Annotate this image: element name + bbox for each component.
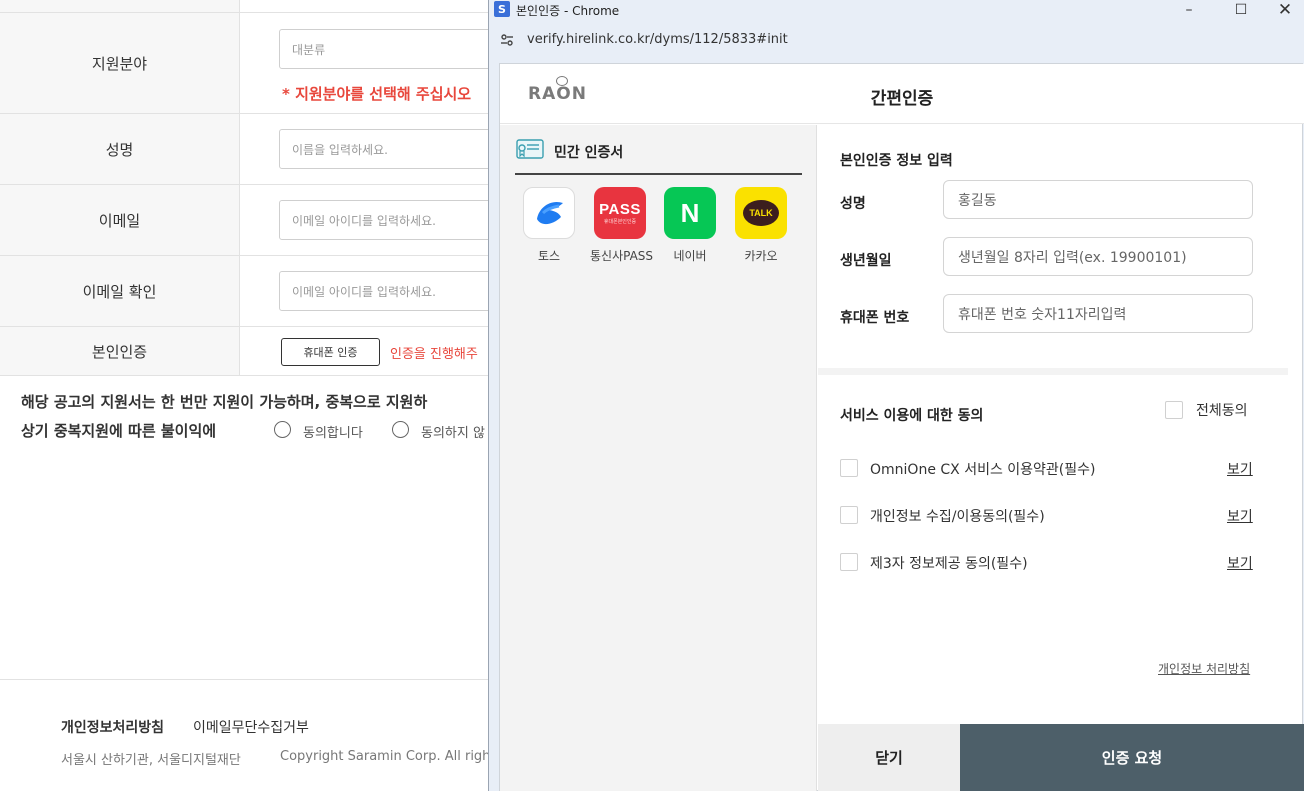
close-icon[interactable]: ✕ xyxy=(1265,0,1304,20)
provider-pane: 민간 인증서 토스 PASS 휴대폰본인인증 통신사PASS N 네이버 TAL… xyxy=(500,125,817,791)
provider-naver[interactable]: N 네이버 xyxy=(660,187,720,264)
section-divider xyxy=(818,368,1288,375)
footer-privacy-link[interactable]: 개인정보처리방침 xyxy=(61,717,164,737)
toss-logo-icon xyxy=(523,187,575,239)
kakao-logo-icon: TALK xyxy=(735,187,787,239)
agreement-checkbox-thirdparty[interactable] xyxy=(840,553,858,571)
provider-pass[interactable]: PASS 휴대폰본인인증 통신사PASS xyxy=(590,187,654,264)
minimize-icon[interactable]: – xyxy=(1169,0,1209,20)
window-titlebar: S 본인인증 - Chrome – ☐ ✕ xyxy=(489,0,1304,20)
agreement-text: OmniOne CX 서비스 이용약관(필수) xyxy=(870,462,1096,478)
agreement-text: 개인정보 수집/이용동의(필수) xyxy=(870,509,1045,525)
field-required-message: * 지원분야를 선택해 주십시오 xyxy=(282,85,472,103)
modal-header: RAON 간편인증 xyxy=(500,64,1304,124)
name-field-label: 성명 xyxy=(840,196,866,212)
provider-kakao[interactable]: TALK 카카오 xyxy=(731,187,791,264)
pass-logo-icon: PASS 휴대폰본인인증 xyxy=(594,187,646,239)
request-verification-button[interactable]: 인증 요청 xyxy=(960,724,1304,791)
window-title: 본인인증 - Chrome xyxy=(516,4,620,18)
privacy-policy-link[interactable]: 개인정보 처리방침 xyxy=(1158,660,1250,677)
email-confirm-label: 이메일 확인 xyxy=(0,256,240,326)
footer-copyright: Copyright Saramin Corp. All rights r xyxy=(280,749,512,764)
agree-radio-label: 동의합니다 xyxy=(303,426,363,441)
close-button[interactable]: 닫기 xyxy=(818,724,960,791)
verify-modal: RAON 간편인증 민간 인증서 토스 PASS 휴대폰본인인증 통신사PASS… xyxy=(499,63,1304,791)
provider-label: 통신사PASS xyxy=(590,249,654,263)
provider-label: 카카오 xyxy=(744,249,778,263)
maximize-icon[interactable]: ☐ xyxy=(1221,0,1261,20)
provider-label: 토스 xyxy=(537,249,561,263)
notice-text-2: 상기 중복지원에 따른 불이익에 xyxy=(21,422,217,440)
form-label-empty xyxy=(0,0,240,12)
site-settings-icon[interactable] xyxy=(499,32,515,48)
view-thirdparty-link[interactable]: 보기 xyxy=(1227,553,1253,573)
verify-label: 본인인증 xyxy=(0,327,240,375)
provider-label: 네이버 xyxy=(673,249,707,263)
phone-field[interactable]: 휴대폰 번호 숫자11자리입력 xyxy=(943,294,1253,333)
certificate-icon xyxy=(516,139,544,159)
email-label: 이메일 xyxy=(0,185,240,255)
agree-all-checkbox[interactable] xyxy=(1165,401,1183,419)
agreement-checkbox-privacy[interactable] xyxy=(840,506,858,524)
verify-popup-window: S 본인인증 - Chrome – ☐ ✕ verify.hirelink.co… xyxy=(488,0,1304,791)
view-terms-link[interactable]: 보기 xyxy=(1227,459,1253,479)
url-text[interactable]: verify.hirelink.co.kr/dyms/112/5833#init xyxy=(527,32,788,47)
private-cert-tab[interactable]: 민간 인증서 xyxy=(515,137,802,175)
footer-address: 서울시 산하기관, 서울디지털재단 xyxy=(61,753,241,768)
name-field[interactable]: 홍길동 xyxy=(943,180,1253,219)
disagree-radio[interactable] xyxy=(392,421,409,438)
info-section-title: 본인인증 정보 입력 xyxy=(840,153,953,169)
birth-field[interactable]: 생년월일 8자리 입력(ex. 19900101) xyxy=(943,237,1253,276)
agreement-checkbox-terms[interactable] xyxy=(840,459,858,477)
private-cert-tab-label: 민간 인증서 xyxy=(554,145,624,161)
name-label: 성명 xyxy=(0,114,240,184)
view-privacy-link[interactable]: 보기 xyxy=(1227,506,1253,526)
verify-message: 인증을 진행해주 xyxy=(390,347,478,362)
screen: 지원분야 대분류 * 지원분야를 선택해 주십시오 성명 이름을 입력하세요. … xyxy=(0,0,1304,791)
provider-toss[interactable]: 토스 xyxy=(519,187,579,264)
disagree-radio-label: 동의하지 않 xyxy=(421,426,485,441)
footer-email-refusal-link[interactable]: 이메일무단수집거부 xyxy=(193,717,309,737)
app-icon: S xyxy=(494,1,510,17)
phone-field-label: 휴대폰 번호 xyxy=(840,310,910,326)
birth-field-label: 생년월일 xyxy=(840,253,892,269)
notice-text-1: 해당 공고의 지원서는 한 번만 지원이 가능하며, 중복으로 지원하 xyxy=(21,393,428,411)
agree-all-label: 전체동의 xyxy=(1196,403,1248,419)
agree-radio[interactable] xyxy=(274,421,291,438)
modal-title: 간편인증 xyxy=(870,89,934,109)
address-bar[interactable]: verify.hirelink.co.kr/dyms/112/5833#init xyxy=(489,20,1304,60)
phone-verify-button[interactable]: 휴대폰 인증 xyxy=(281,338,380,366)
info-pane: 본인인증 정보 입력 성명 홍길동 생년월일 생년월일 8자리 입력(ex. 1… xyxy=(818,125,1288,791)
field-label: 지원분야 xyxy=(0,13,240,113)
naver-logo-icon: N xyxy=(664,187,716,239)
agreement-text: 제3자 정보제공 동의(필수) xyxy=(870,556,1028,572)
consent-title: 서비스 이용에 대한 동의 xyxy=(840,408,984,424)
